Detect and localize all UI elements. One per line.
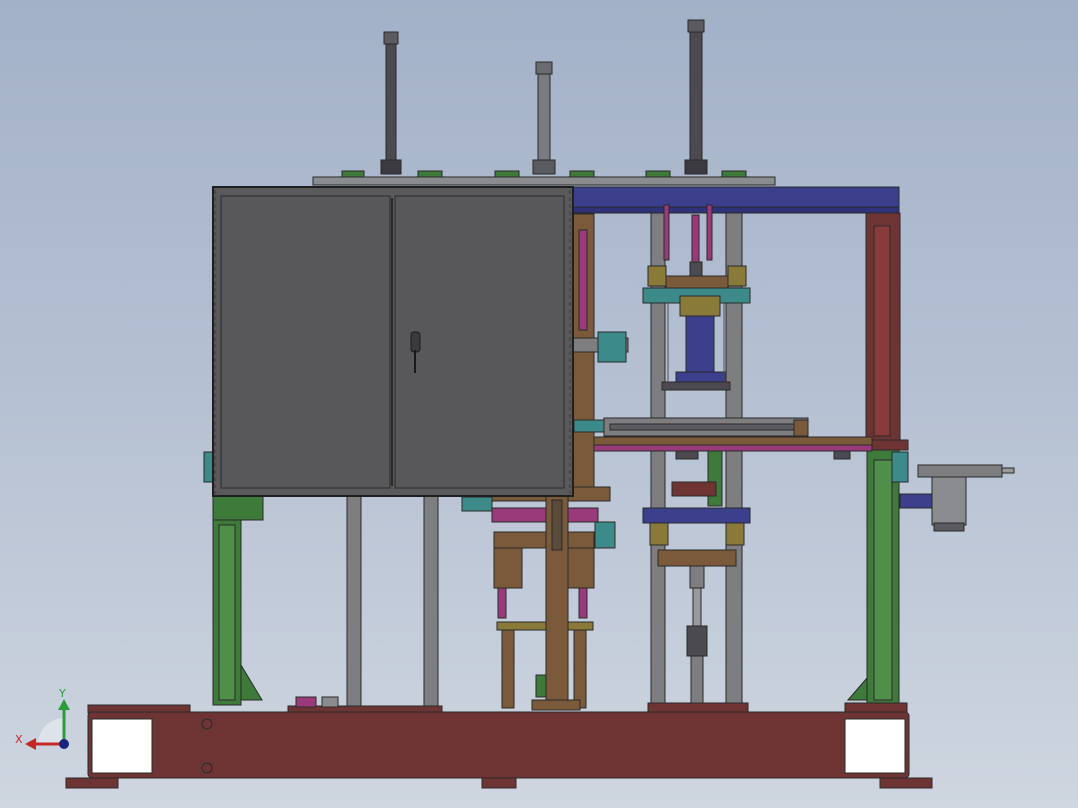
- triad-plane: [38, 718, 64, 744]
- right-frame-post: [846, 212, 909, 706]
- base-frame: [65, 696, 933, 789]
- electrical-cabinet[interactable]: [212, 186, 574, 497]
- blue-top-beam: [567, 186, 900, 214]
- top-cylinders: [380, 19, 708, 175]
- side-cylinder-right: [899, 464, 1015, 532]
- assembly-model[interactable]: [0, 0, 1078, 808]
- x-axis-label: X: [15, 733, 23, 746]
- graphics-viewport[interactable]: Y X: [0, 0, 1078, 808]
- coordinate-triad: Y X: [14, 688, 78, 758]
- y-axis-label: Y: [59, 687, 66, 700]
- z-axis-icon: [59, 739, 69, 749]
